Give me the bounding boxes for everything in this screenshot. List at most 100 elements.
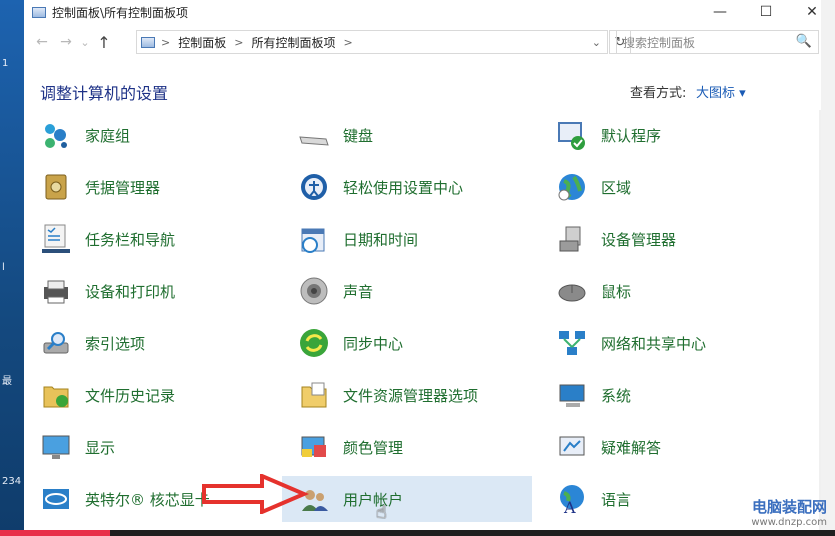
language-icon: A: [556, 483, 588, 517]
control-panel-item[interactable]: 索引选项: [24, 320, 274, 366]
desktop-text: 1: [2, 58, 9, 69]
control-panel-item[interactable]: 疑难解答: [540, 424, 790, 470]
control-panel-item[interactable]: 文件历史记录: [24, 372, 274, 418]
search-input[interactable]: 搜索控制面板 🔍: [616, 30, 819, 54]
control-panel-item-label[interactable]: 疑难解答: [601, 437, 661, 458]
control-panel-item[interactable]: 文件资源管理器选项: [282, 372, 532, 418]
page-title: 调整计算机的设置: [40, 84, 169, 103]
desktop-text: 234: [2, 476, 22, 487]
control-panel-item[interactable]: 设备和打印机: [24, 268, 274, 314]
control-panel-item-label[interactable]: 文件资源管理器选项: [343, 385, 478, 406]
watermark-url: www.dnzp.com: [751, 517, 827, 528]
control-panel-item-label[interactable]: 键盘: [343, 125, 373, 146]
title-bar: 控制面板\所有控制面板项 — ☐ ✕: [24, 0, 835, 24]
control-panel-item[interactable]: 凭据管理器: [24, 164, 274, 210]
control-panel-item-label[interactable]: 网络和共享中心: [601, 333, 706, 354]
up-button[interactable]: ↑: [92, 33, 116, 52]
forward-button[interactable]: →: [54, 34, 78, 50]
intel-graphics-icon: [40, 483, 72, 515]
control-panel-item[interactable]: 默认程序: [540, 112, 790, 158]
control-panel-item-label[interactable]: 颜色管理: [343, 437, 403, 458]
breadcrumb-separator[interactable]: >: [234, 36, 243, 49]
control-panel-item[interactable]: 同步中心: [282, 320, 532, 366]
display-icon: [40, 431, 72, 463]
control-panel-item[interactable]: 日期和时间: [282, 216, 532, 262]
control-panel-item[interactable]: 系统: [540, 372, 790, 418]
video-progress-fill: [0, 530, 110, 536]
homegroup-icon: [40, 119, 72, 151]
folder-options-icon: [298, 379, 330, 411]
control-panel-item[interactable]: 颜色管理: [282, 424, 532, 470]
control-panel-item-label[interactable]: 显示: [85, 437, 115, 458]
address-dropdown-button[interactable]: ⌄: [592, 36, 601, 49]
control-panel-item-label[interactable]: 任务栏和导航: [85, 229, 175, 250]
control-panel-item-label[interactable]: 轻松使用设置中心: [343, 177, 463, 198]
file-history-icon: [40, 379, 72, 411]
control-panel-item[interactable]: 家庭组: [24, 112, 274, 158]
keyboard-icon: [298, 119, 330, 151]
control-panel-item-label[interactable]: 索引选项: [85, 333, 145, 354]
control-panel-item-label[interactable]: 文件历史记录: [85, 385, 175, 406]
control-panel-item-label[interactable]: 语言: [601, 489, 631, 510]
control-panel-item[interactable]: 轻松使用设置中心: [282, 164, 532, 210]
search-icon[interactable]: 🔍: [796, 34, 812, 49]
breadcrumb-separator[interactable]: >: [343, 36, 352, 49]
taskbar-icon: [40, 223, 72, 255]
system-icon: [556, 379, 588, 411]
control-panel-items: 家庭组 键盘 默认程序凭据管理器 轻松使用设置中心 区域任务栏和导航 日期和时间 设备管理器…: [24, 110, 835, 536]
recent-locations-dropdown[interactable]: ⌄: [78, 36, 92, 49]
desktop-text: 最: [2, 376, 12, 387]
control-panel-item[interactable]: 任务栏和导航: [24, 216, 274, 262]
device-manager-icon: [556, 223, 588, 255]
breadcrumb-control-panel[interactable]: 控制面板: [178, 34, 226, 51]
address-bar[interactable]: > 控制面板 > 所有控制面板项 > ⌄: [136, 30, 608, 54]
control-panel-item[interactable]: 声音: [282, 268, 532, 314]
control-panel-item[interactable]: 鼠标: [540, 268, 790, 314]
indexing-icon: [40, 327, 72, 359]
speaker-icon: [298, 275, 330, 307]
address-row: ← → ⌄ ↑ > 控制面板 > 所有控制面板项 > ⌄ ↻ 搜索控制面板 🔍: [24, 24, 835, 60]
control-panel-item-label[interactable]: 日期和时间: [343, 229, 418, 250]
control-panel-item-label[interactable]: 用户帐户: [343, 489, 403, 510]
minimize-button[interactable]: —: [697, 0, 743, 24]
control-panel-item[interactable]: 区域: [540, 164, 790, 210]
control-panel-window: 控制面板\所有控制面板项 — ☐ ✕ ← → ⌄ ↑ > 控制面板 > 所有控制…: [24, 0, 835, 536]
maximize-button[interactable]: ☐: [743, 0, 789, 24]
window-title: 控制面板\所有控制面板项: [52, 5, 189, 20]
control-panel-item-label[interactable]: 设备管理器: [601, 229, 676, 250]
control-panel-item[interactable]: 键盘: [282, 112, 532, 158]
control-panel-item[interactable]: 网络和共享中心: [540, 320, 790, 366]
control-panel-icon: [141, 36, 155, 48]
desktop-text: l: [2, 262, 5, 273]
hand-cursor-icon: ☝: [376, 502, 387, 523]
control-panel-item-label[interactable]: 区域: [601, 177, 631, 198]
troubleshooting-icon: [556, 431, 588, 463]
control-panel-item-label[interactable]: 设备和打印机: [85, 281, 175, 302]
region-globe-icon: [556, 171, 588, 203]
control-panel-item-label[interactable]: 系统: [601, 385, 631, 406]
control-panel-item-label[interactable]: 声音: [343, 281, 373, 302]
red-arrow-annotation: [202, 474, 310, 514]
search-placeholder: 搜索控制面板: [623, 35, 696, 50]
control-panel-item-label[interactable]: 同步中心: [343, 333, 403, 354]
breadcrumb-separator[interactable]: >: [161, 36, 170, 49]
printer-icon: [40, 275, 72, 307]
control-panel-item-label[interactable]: 家庭组: [85, 125, 130, 146]
view-by-dropdown[interactable]: 大图标 ▾: [696, 82, 746, 101]
control-panel-item-label[interactable]: 默认程序: [601, 125, 661, 146]
control-panel-item[interactable]: 设备管理器: [540, 216, 790, 262]
control-panel-item[interactable]: 显示: [24, 424, 274, 470]
breadcrumb-all-items[interactable]: 所有控制面板项: [251, 34, 335, 51]
network-icon: [556, 327, 588, 359]
view-by-label: 查看方式:: [630, 86, 687, 101]
control-panel-item[interactable]: 用户帐户: [282, 476, 532, 522]
control-panel-item-label[interactable]: 英特尔® 核芯显卡: [85, 489, 210, 510]
control-panel-icon: [32, 6, 46, 18]
desktop-edge: [821, 0, 835, 536]
control-panel-item-label[interactable]: 鼠标: [601, 281, 631, 302]
control-panel-item-label[interactable]: 凭据管理器: [85, 177, 160, 198]
watermark: 电脑装配网 www.dnzp.com: [751, 496, 827, 528]
mouse-icon: [556, 275, 588, 307]
back-button[interactable]: ←: [30, 34, 54, 50]
video-progress-bar[interactable]: [0, 530, 835, 536]
